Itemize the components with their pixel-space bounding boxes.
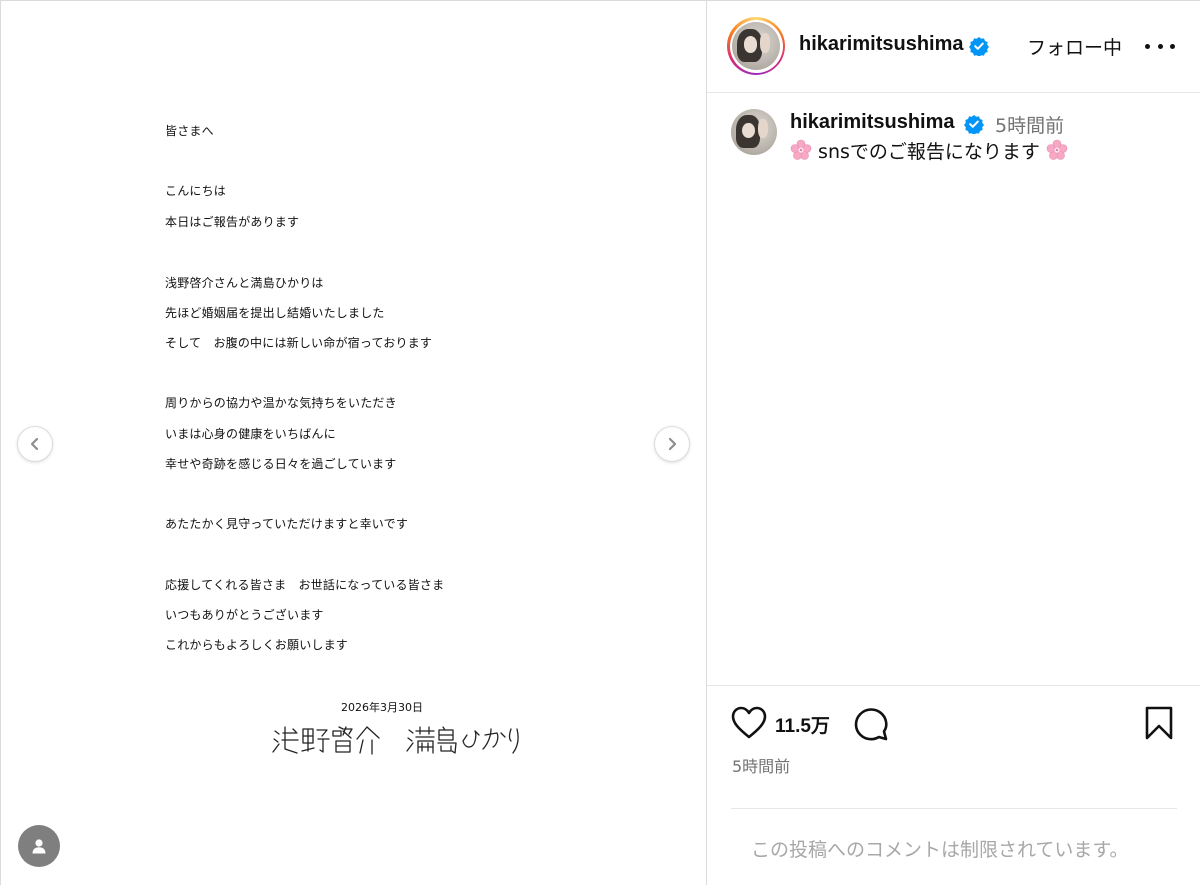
comment-button[interactable] (853, 706, 889, 746)
following-button[interactable]: フォロー中 (1027, 33, 1122, 60)
next-button[interactable] (654, 426, 690, 462)
person-icon (32, 839, 46, 854)
tagged-users-button[interactable] (18, 825, 60, 867)
verified-badge-icon (964, 115, 984, 134)
verified-badge-icon (969, 37, 989, 56)
post-media: 皆さまへ こんにちは 本日はご報告があります 浅野啓介さんと満島ひかりは 先ほど… (1, 1, 707, 885)
previous-button[interactable] (17, 426, 53, 462)
cherry-blossom-icon (790, 139, 812, 160)
avatar (731, 109, 777, 155)
letter-line: いまは心身の健康をいちばんに (165, 427, 336, 441)
comments-restricted-notice: この投稿へのコメントは制限されています。 (751, 839, 1129, 861)
save-button[interactable] (1143, 706, 1175, 744)
letter-date: 2026年3月30日 (341, 701, 423, 714)
post-header: hikarimitsushima フォロー中 (707, 1, 1200, 93)
divider (707, 685, 1200, 686)
post-timestamp[interactable]: 5時間前 (732, 753, 790, 777)
letter-line: あたたかく見守っていただけますと幸いです (165, 517, 409, 531)
letter-line: こんにちは (165, 184, 227, 198)
letter-line: 浅野啓介さんと満島ひかりは (165, 276, 324, 290)
bookmark-icon (1145, 706, 1173, 740)
header-username[interactable]: hikarimitsushima (799, 33, 964, 56)
caption-timestamp[interactable]: 5時間前 (995, 111, 1064, 138)
like-count[interactable]: 11.5万 (775, 711, 830, 738)
more-horizontal-icon (1145, 43, 1150, 49)
caption-message: snsでのご報告になります (818, 141, 1040, 163)
comment-icon (854, 708, 888, 741)
caption-avatar[interactable] (731, 109, 777, 155)
letter-line: 幸せや奇跡を感じる日々を過ごしています (165, 457, 397, 471)
letter-line: 本日はご報告があります (165, 215, 300, 229)
chevron-left-icon (30, 437, 39, 451)
letter-line: いつもありがとうございます (165, 608, 324, 622)
post-dialog: 皆さまへ こんにちは 本日はご報告があります 浅野啓介さんと満島ひかりは 先ほど… (0, 0, 1200, 885)
letter-line: 応援してくれる皆さま お世話になっている皆さま (165, 578, 445, 592)
letter-line: 皆さまへ (165, 124, 214, 138)
letter-line: 周りからの協力や温かな気持ちをいただき (165, 396, 397, 410)
post-sidebar: hikarimitsushima フォロー中 hikarimitsushima … (707, 1, 1200, 885)
like-button[interactable] (731, 706, 767, 744)
caption-username[interactable]: hikarimitsushima (790, 111, 955, 134)
cherry-blossom-icon (1046, 139, 1068, 160)
letter-line: 先ほど婚姻届を提出し結婚いたしました (165, 306, 385, 320)
more-options-button[interactable] (1145, 35, 1175, 57)
caption-text: snsでのご報告になります (790, 137, 1068, 164)
story-ring[interactable] (727, 17, 785, 75)
letter-line: これからもよろしくお願いします (165, 638, 349, 652)
heart-icon (731, 706, 767, 739)
chevron-right-icon (668, 437, 677, 451)
handwritten-signature (272, 726, 519, 755)
divider (731, 808, 1177, 809)
letter-line: そして お腹の中には新しい命が宿っております (165, 336, 433, 350)
avatar (732, 22, 780, 70)
